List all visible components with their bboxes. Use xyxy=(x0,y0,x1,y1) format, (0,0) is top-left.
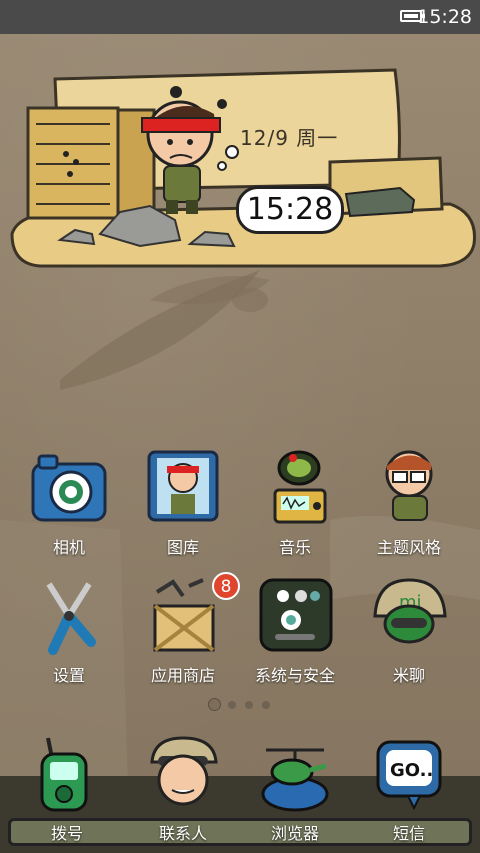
dock-label: 短信 xyxy=(392,824,425,843)
pliers-settings-icon xyxy=(29,576,109,656)
dock-label: 浏览器 xyxy=(270,824,319,843)
camera-icon xyxy=(29,448,109,528)
app-label: 应用商店 xyxy=(150,666,215,685)
walkie-talkie-phone-icon xyxy=(32,734,102,814)
app-label: 主题风格 xyxy=(376,538,441,557)
app-label: 相机 xyxy=(52,538,85,557)
dock-sms[interactable]: GO.. 短信 xyxy=(354,734,464,844)
page-dot[interactable] xyxy=(262,701,270,709)
soldier-contacts-icon xyxy=(148,734,218,814)
app-theme[interactable]: 主题风格 xyxy=(354,448,464,568)
dock-label: 联系人 xyxy=(158,824,207,843)
status-time: 15:28 xyxy=(417,6,472,28)
soldier-chat-icon: mi xyxy=(369,576,449,656)
page-dot[interactable] xyxy=(245,701,253,709)
gallery-icon xyxy=(143,448,223,528)
app-security[interactable]: 系统与安全 xyxy=(240,576,350,696)
clock-widget[interactable]: 12/9 周一 15:28 xyxy=(0,34,480,324)
app-label: 音乐 xyxy=(278,538,311,557)
sandbag-bunker-illustration xyxy=(10,68,476,268)
security-panel-icon xyxy=(255,576,335,656)
app-label: 图库 xyxy=(166,538,199,557)
app-michat[interactable]: mi 米聊 xyxy=(354,576,464,696)
date-label: 12/9 周一 xyxy=(240,126,339,150)
go-sms-icon: GO.. xyxy=(374,734,444,814)
dock-label: 拨号 xyxy=(50,824,83,843)
theme-icon xyxy=(369,448,449,528)
app-gallery[interactable]: 图库 xyxy=(128,448,238,568)
app-label: 系统与安全 xyxy=(254,666,335,685)
radio-music-icon xyxy=(255,448,335,528)
page-dot-active[interactable] xyxy=(208,698,221,711)
app-settings[interactable]: 设置 xyxy=(14,576,124,696)
crate-store-icon xyxy=(143,576,223,656)
dock-browser[interactable]: 浏览器 xyxy=(240,734,350,844)
page-indicator[interactable] xyxy=(0,696,480,712)
dock-phone[interactable]: 拨号 xyxy=(12,734,122,844)
app-label: 设置 xyxy=(52,666,85,685)
clock-bubble: 15:28 xyxy=(236,186,344,234)
page-dot[interactable] xyxy=(228,701,236,709)
app-music[interactable]: 音乐 xyxy=(240,448,350,568)
status-bar: 15:28 xyxy=(0,0,480,34)
app-label: 米聊 xyxy=(392,666,425,685)
app-store[interactable]: 8 应用商店 xyxy=(128,572,240,696)
notification-badge: 8 xyxy=(212,572,240,600)
helicopter-browser-icon xyxy=(260,734,330,814)
app-camera[interactable]: 相机 xyxy=(14,448,124,568)
dock-contacts[interactable]: 联系人 xyxy=(128,734,238,844)
svg-text:GO..: GO.. xyxy=(390,760,433,781)
